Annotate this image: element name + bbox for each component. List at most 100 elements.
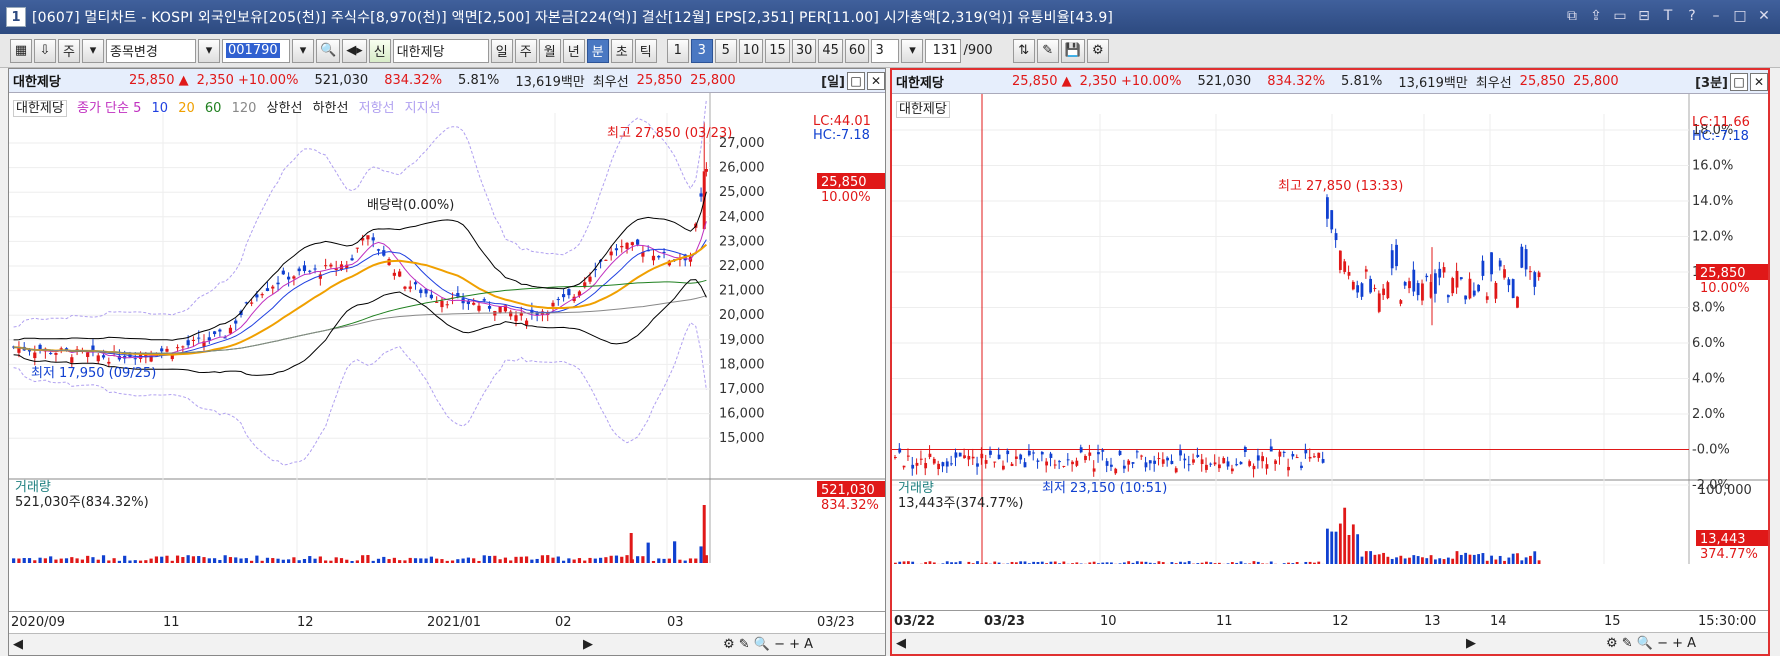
pin-icon[interactable]: ⇪ xyxy=(1586,6,1606,26)
new-badge[interactable]: 신 xyxy=(368,38,391,63)
period-minute[interactable]: 분 xyxy=(586,38,609,63)
close-button[interactable]: ✕ xyxy=(1754,6,1774,26)
type-dropdown-icon[interactable]: ▾ xyxy=(82,38,104,63)
settings-icon[interactable]: ⚙ xyxy=(1086,38,1109,63)
zoom-tools-icon[interactable]: ⚙ ✎ 🔍 − + A xyxy=(723,637,813,652)
right-candle xyxy=(1002,465,1005,470)
legend-ma60[interactable]: 60 xyxy=(205,101,222,116)
interval-dropdown-icon[interactable]: ▾ xyxy=(901,38,924,63)
period-year[interactable]: 년 xyxy=(562,38,585,63)
right-volume-bar xyxy=(1481,553,1485,564)
right-xtick: 12 xyxy=(1332,614,1349,629)
period-day[interactable]: 일 xyxy=(490,38,513,63)
legend-resistance[interactable]: 저항선 xyxy=(359,101,395,116)
left-volume-bar xyxy=(239,558,243,563)
save-icon[interactable]: 💾 xyxy=(1060,38,1085,63)
type-select[interactable]: 주 xyxy=(58,38,80,63)
left-candle xyxy=(651,255,656,261)
period-second[interactable]: 초 xyxy=(610,38,633,63)
left-volume-bar xyxy=(38,557,42,563)
right-candle xyxy=(1230,468,1234,472)
left-candle xyxy=(165,348,169,352)
right-candle xyxy=(1135,451,1139,453)
stock-code-input[interactable]: 001790 xyxy=(222,38,290,63)
right-volume-bar xyxy=(1373,554,1377,564)
period-tick[interactable]: 틱 xyxy=(634,38,657,63)
legend-support[interactable]: 지지선 xyxy=(405,101,441,116)
right-candle xyxy=(1511,279,1515,299)
scroll-right-icon[interactable]: ▶ xyxy=(583,637,593,652)
download-icon[interactable]: ⇩ xyxy=(34,38,56,63)
speaker-icon[interactable]: ◀▸ xyxy=(342,38,367,63)
maximize-button[interactable]: □ xyxy=(1730,6,1750,26)
minute-5[interactable]: 5 xyxy=(714,38,737,63)
code-dropdown-icon-2[interactable]: ▾ xyxy=(292,38,314,63)
count-input[interactable]: 131 xyxy=(925,38,962,63)
indicator-icon[interactable]: ⇅ xyxy=(1012,38,1035,63)
left-candle xyxy=(355,247,359,249)
minute-60[interactable]: 60 xyxy=(844,38,870,63)
left-candle xyxy=(271,286,275,289)
left-close-icon[interactable]: ✕ xyxy=(867,71,885,90)
zoom-tools-icon[interactable]: ⚙ ✎ 🔍 − + A xyxy=(1606,636,1696,651)
link-icon[interactable]: ⧉ xyxy=(1562,6,1582,26)
right-candle xyxy=(1326,197,1329,219)
minute-10[interactable]: 10 xyxy=(738,38,764,63)
left-legend-stock[interactable]: 대한제당 xyxy=(13,100,67,117)
left-maximize-icon[interactable]: □ xyxy=(847,71,865,90)
scroll-right-icon[interactable]: ▶ xyxy=(1466,636,1476,651)
left-scrollbar[interactable]: ◀ ▶ ⚙ ✎ 🔍 − + A xyxy=(9,633,885,655)
right-candle xyxy=(1053,464,1057,466)
left-volume-bar xyxy=(96,559,100,563)
minute-30[interactable]: 30 xyxy=(791,38,817,63)
legend-ma20[interactable]: 20 xyxy=(178,101,195,116)
minute-1[interactable]: 1 xyxy=(666,38,689,63)
right-candle xyxy=(1351,281,1355,290)
minimize-button[interactable]: – xyxy=(1706,6,1726,26)
right-volume-bar xyxy=(1442,559,1446,564)
left-volume-bar xyxy=(128,560,132,563)
scroll-left-icon[interactable]: ◀ xyxy=(896,636,906,651)
minute-3[interactable]: 3 xyxy=(690,38,713,63)
minute-45[interactable]: 45 xyxy=(818,38,843,63)
right-volume-bar xyxy=(1360,556,1364,564)
right-maximize-icon[interactable]: □ xyxy=(1730,72,1748,91)
stock-change-input[interactable]: 종목변경 xyxy=(106,38,196,63)
font-icon[interactable]: T xyxy=(1658,6,1678,26)
split-icon[interactable]: ⊟ xyxy=(1634,6,1654,26)
interval-input[interactable]: 3 xyxy=(871,38,900,63)
legend-ma10[interactable]: 10 xyxy=(152,101,169,116)
right-candle xyxy=(1118,450,1122,455)
right-ytick: -0.0% xyxy=(1692,443,1730,458)
legend-upper[interactable]: 상한선 xyxy=(267,101,303,116)
right-scrollbar[interactable]: ◀ ▶ ⚙ ✎ 🔍 − + A xyxy=(892,632,1768,654)
left-chart-area[interactable]: 27,00026,00025,00024,00023,00022,00021,0… xyxy=(9,93,885,613)
legend-ma-label[interactable]: 종가 단순 5 xyxy=(77,101,141,116)
search-icon[interactable]: 🔍 xyxy=(316,38,341,63)
right-volume-bar xyxy=(1230,562,1234,564)
period-month[interactable]: 월 xyxy=(538,38,561,63)
right-candle xyxy=(1377,293,1381,312)
period-week[interactable]: 주 xyxy=(514,38,537,63)
right-chart-area[interactable]: 18.0%16.0%14.0%12.0%10.0%8.0%6.0%4.0%2.0… xyxy=(892,94,1768,614)
right-candle xyxy=(1032,452,1036,454)
left-volume-bar xyxy=(313,558,317,563)
help-icon[interactable]: ? xyxy=(1682,6,1702,26)
right-candle xyxy=(980,453,984,459)
draw-tool-icon[interactable]: ✎ xyxy=(1036,38,1059,63)
legend-lower[interactable]: 하한선 xyxy=(313,101,349,116)
left-volume-bar xyxy=(43,558,47,563)
right-legend-stock[interactable]: 대한제당 xyxy=(896,101,950,118)
tile-icon[interactable]: ▭ xyxy=(1610,6,1630,26)
scroll-left-icon[interactable]: ◀ xyxy=(13,637,23,652)
code-dropdown-icon[interactable]: ▾ xyxy=(198,38,220,63)
stock-name-field[interactable]: 대한제당 xyxy=(392,38,489,63)
left-candle xyxy=(630,242,634,246)
left-info-bar: 대한제당 25,850 ▲ 2,350 +10.00% 521,030 834.… xyxy=(9,69,885,93)
layout-icon[interactable]: ▦ xyxy=(10,38,32,63)
minute-15[interactable]: 15 xyxy=(765,38,790,63)
legend-ma120[interactable]: 120 xyxy=(232,101,257,116)
right-candle xyxy=(1330,210,1334,230)
right-close-icon[interactable]: ✕ xyxy=(1750,72,1768,91)
right-ytick: 16.0% xyxy=(1692,159,1733,174)
